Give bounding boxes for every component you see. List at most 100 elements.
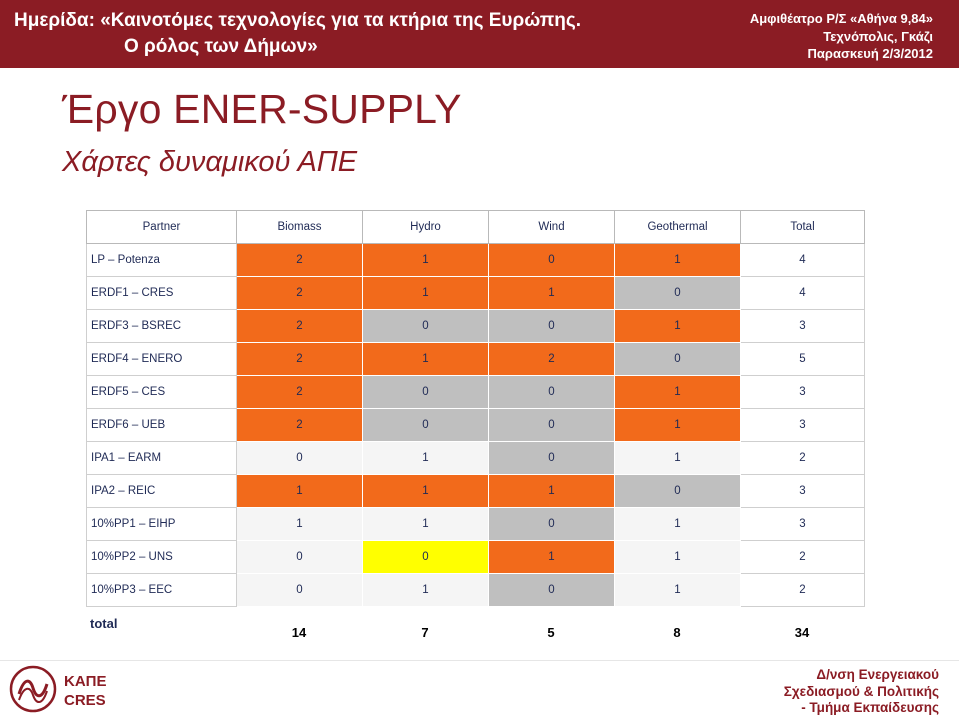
biomass-cell: 2 [236,408,363,442]
row-total-cell: 2 [740,573,865,607]
table-row: IPA1 – EARM 0 1 0 1 2 [86,441,865,475]
total-hydro: 7 [421,625,429,640]
wind-cell: 0 [488,243,615,277]
wind-cell: 1 [488,474,615,508]
geothermal-cell: 1 [614,375,741,409]
slide-subtitle: Χάρτες δυναμικού ΑΠΕ [62,146,358,178]
biomass-cell: 0 [236,441,363,475]
table-row: IPA2 – REIC 1 1 1 0 3 [86,474,865,508]
event-title: Ημερίδα: «Καινοτόμες τεχνολογίες για τα … [14,8,714,60]
geothermal-cell: 0 [614,276,741,310]
hydro-cell: 0 [362,309,489,343]
partner-cell: IPA2 – REIC [86,474,237,508]
total-all: 34 [794,625,810,640]
wind-cell: 0 [488,375,615,409]
partner-cell: ERDF3 – BSREC [86,309,237,343]
biomass-cell: 1 [236,474,363,508]
hydro-cell: 0 [362,540,489,574]
total-biomass: 14 [291,625,307,640]
row-total-cell: 2 [740,540,865,574]
row-total-cell: 4 [740,276,865,310]
table-row: ERDF4 – ENERO 2 1 2 0 5 [86,342,865,376]
geothermal-cell: 1 [614,573,741,607]
partner-cell: ERDF6 – UEB [86,408,237,442]
geothermal-cell: 1 [614,408,741,442]
biomass-cell: 2 [236,342,363,376]
logo-text: ΚΑΠΕ CRES [64,672,107,710]
row-total-cell: 3 [740,474,865,508]
col-header-hydro: Hydro [362,210,489,244]
table-row: ERDF6 – UEB 2 0 0 1 3 [86,408,865,442]
hydro-cell: 1 [362,573,489,607]
event-venue: Αμφιθέατρο Ρ/Σ «Αθήνα 9,84» [749,11,933,26]
row-total-cell: 3 [740,309,865,343]
event-info: Αμφιθέατρο Ρ/Σ «Αθήνα 9,84» Τεχνόπολις, … [750,10,933,63]
partner-cell: ERDF1 – CRES [86,276,237,310]
col-header-wind: Wind [488,210,615,244]
event-date: Παρασκευή 2/3/2012 [807,46,933,61]
totals-label: total [90,616,118,631]
hydro-cell: 1 [362,342,489,376]
wind-cell: 0 [488,441,615,475]
geothermal-cell: 1 [614,441,741,475]
table-row: 10%PP1 – EIHP 1 1 0 1 3 [86,507,865,541]
geothermal-cell: 0 [614,474,741,508]
row-total-cell: 2 [740,441,865,475]
hydro-cell: 0 [362,375,489,409]
col-header-geothermal: Geothermal [614,210,741,244]
department-line3: - Τμήμα Εκπαίδευσης [801,700,939,715]
table-row: 10%PP2 – UNS 0 0 1 1 2 [86,540,865,574]
row-total-cell: 5 [740,342,865,376]
wind-cell: 1 [488,540,615,574]
table-header-row: Partner Biomass Hydro Wind Geothermal To… [86,210,865,244]
hydro-cell: 0 [362,408,489,442]
wind-cell: 2 [488,342,615,376]
col-header-biomass: Biomass [236,210,363,244]
department-info: Δ/νση Ενεργειακού Σχεδιασμού & Πολιτικής… [784,667,939,717]
hydro-cell: 1 [362,243,489,277]
event-place: Τεχνόπολις, Γκάζι [823,28,933,44]
partner-cell: IPA1 – EARM [86,441,237,475]
wind-cell: 1 [488,276,615,310]
department-line2: Σχεδιασμού & Πολιτικής [783,683,939,699]
hydro-cell: 1 [362,474,489,508]
total-wind: 5 [547,625,555,640]
wind-cell: 0 [488,573,615,607]
logo-text-greek: ΚΑΠΕ [64,673,107,690]
footer-divider [0,660,959,661]
partner-cell: LP – Potenza [86,243,237,277]
slide-title: Έργο ENER-SUPPLY [62,86,462,132]
biomass-cell: 1 [236,507,363,541]
geothermal-cell: 1 [614,540,741,574]
biomass-cell: 2 [236,375,363,409]
geothermal-cell: 0 [614,342,741,376]
potential-table: Partner Biomass Hydro Wind Geothermal To… [86,210,865,607]
biomass-cell: 0 [236,540,363,574]
col-header-total: Total [740,210,865,244]
logo-text-latin: CRES [64,692,106,709]
table-row: ERDF1 – CRES 2 1 1 0 4 [86,276,865,310]
partner-cell: 10%PP2 – UNS [86,540,237,574]
biomass-cell: 0 [236,573,363,607]
hydro-cell: 1 [362,441,489,475]
partner-cell: 10%PP3 – EEC [86,573,237,607]
geothermal-cell: 1 [614,507,741,541]
table-row: LP – Potenza 2 1 0 1 4 [86,243,865,277]
wind-cell: 0 [488,408,615,442]
hydro-cell: 1 [362,276,489,310]
event-title-line1: Ημερίδα: «Καινοτόμες τεχνολογίες για τα … [14,10,582,31]
biomass-cell: 2 [236,309,363,343]
totals-row: total 14 7 5 8 34 [86,612,864,642]
partner-cell: ERDF4 – ENERO [86,342,237,376]
header-bar: Ημερίδα: «Καινοτόμες τεχνολογίες για τα … [0,0,959,68]
geothermal-cell: 1 [614,309,741,343]
row-total-cell: 3 [740,408,865,442]
event-title-line2: Ο ρόλος των Δήμων» [124,36,318,57]
hydro-cell: 1 [362,507,489,541]
geothermal-cell: 1 [614,243,741,277]
wind-cell: 0 [488,507,615,541]
partner-cell: ERDF5 – CES [86,375,237,409]
table-row: ERDF3 – BSREC 2 0 0 1 3 [86,309,865,343]
biomass-cell: 2 [236,243,363,277]
cres-logo-icon [9,665,57,713]
